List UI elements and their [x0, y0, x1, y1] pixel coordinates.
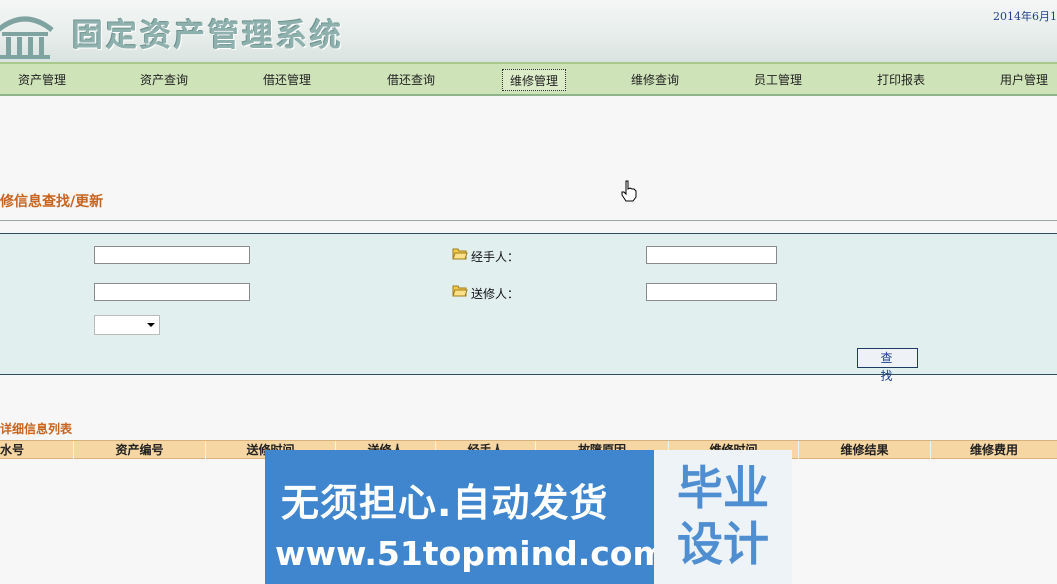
sender-label: 送修人：	[471, 287, 520, 301]
nav-item-asset-management[interactable]: 资产管理	[11, 69, 73, 91]
column-header: 资产编号	[74, 441, 206, 459]
column-header: 水号	[0, 441, 74, 459]
divider	[0, 220, 1057, 221]
ad-url: www.51topmind.com	[275, 534, 667, 573]
app-title: 固定资产管理系统	[72, 18, 344, 54]
search-field-2[interactable]	[94, 283, 250, 301]
search-field-1[interactable]	[94, 246, 250, 264]
nav-item-print-report[interactable]: 打印报表	[870, 69, 932, 91]
hand-cursor-icon	[621, 180, 637, 202]
current-date: 2014年6月1	[993, 10, 1057, 23]
search-panel: 经手人： 送修人： 查 找	[0, 233, 1057, 383]
main-nav: 资产管理 资产查询 借还管理 借还查询 维修管理 维修查询 员工管理 打印报表 …	[0, 62, 1057, 96]
nav-item-staff-management[interactable]: 员工管理	[747, 69, 809, 91]
nav-item-repair-query[interactable]: 维修查询	[624, 69, 686, 91]
folder-icon	[452, 285, 468, 297]
ad-badge-line1: 毕业	[677, 461, 769, 515]
handler-label: 经手人：	[471, 250, 520, 264]
building-logo-icon	[0, 16, 54, 59]
sender-input[interactable]	[646, 283, 777, 301]
handler-input[interactable]	[646, 246, 777, 264]
section-title: 修信息查找/更新	[0, 194, 104, 210]
watermark-ad: 无须担心.自动发货 www.51topmind.com 毕业 设计	[265, 450, 792, 584]
status-select[interactable]	[94, 315, 160, 335]
search-button[interactable]: 查 找	[857, 348, 918, 383]
column-header: 维修结果	[799, 441, 931, 459]
list-title: 详细信息列表	[0, 422, 73, 436]
column-header: 维修费用	[969, 443, 1018, 457]
ad-badge: 毕业 设计	[654, 450, 792, 584]
folder-icon	[452, 248, 468, 260]
nav-item-borrow-query[interactable]: 借还查询	[380, 69, 442, 91]
nav-item-repair-management[interactable]: 维修管理	[502, 69, 566, 91]
nav-item-user-management[interactable]: 用户管理	[993, 69, 1055, 91]
ad-badge-line2: 设计	[677, 517, 769, 571]
header-banner: 固定资产管理系统 2014年6月1	[0, 0, 1057, 62]
ad-slogan: 无须担心.自动发货	[281, 481, 609, 525]
nav-item-borrow-management[interactable]: 借还管理	[256, 69, 318, 91]
nav-item-asset-query[interactable]: 资产查询	[133, 69, 195, 91]
chevron-down-icon	[147, 323, 155, 327]
